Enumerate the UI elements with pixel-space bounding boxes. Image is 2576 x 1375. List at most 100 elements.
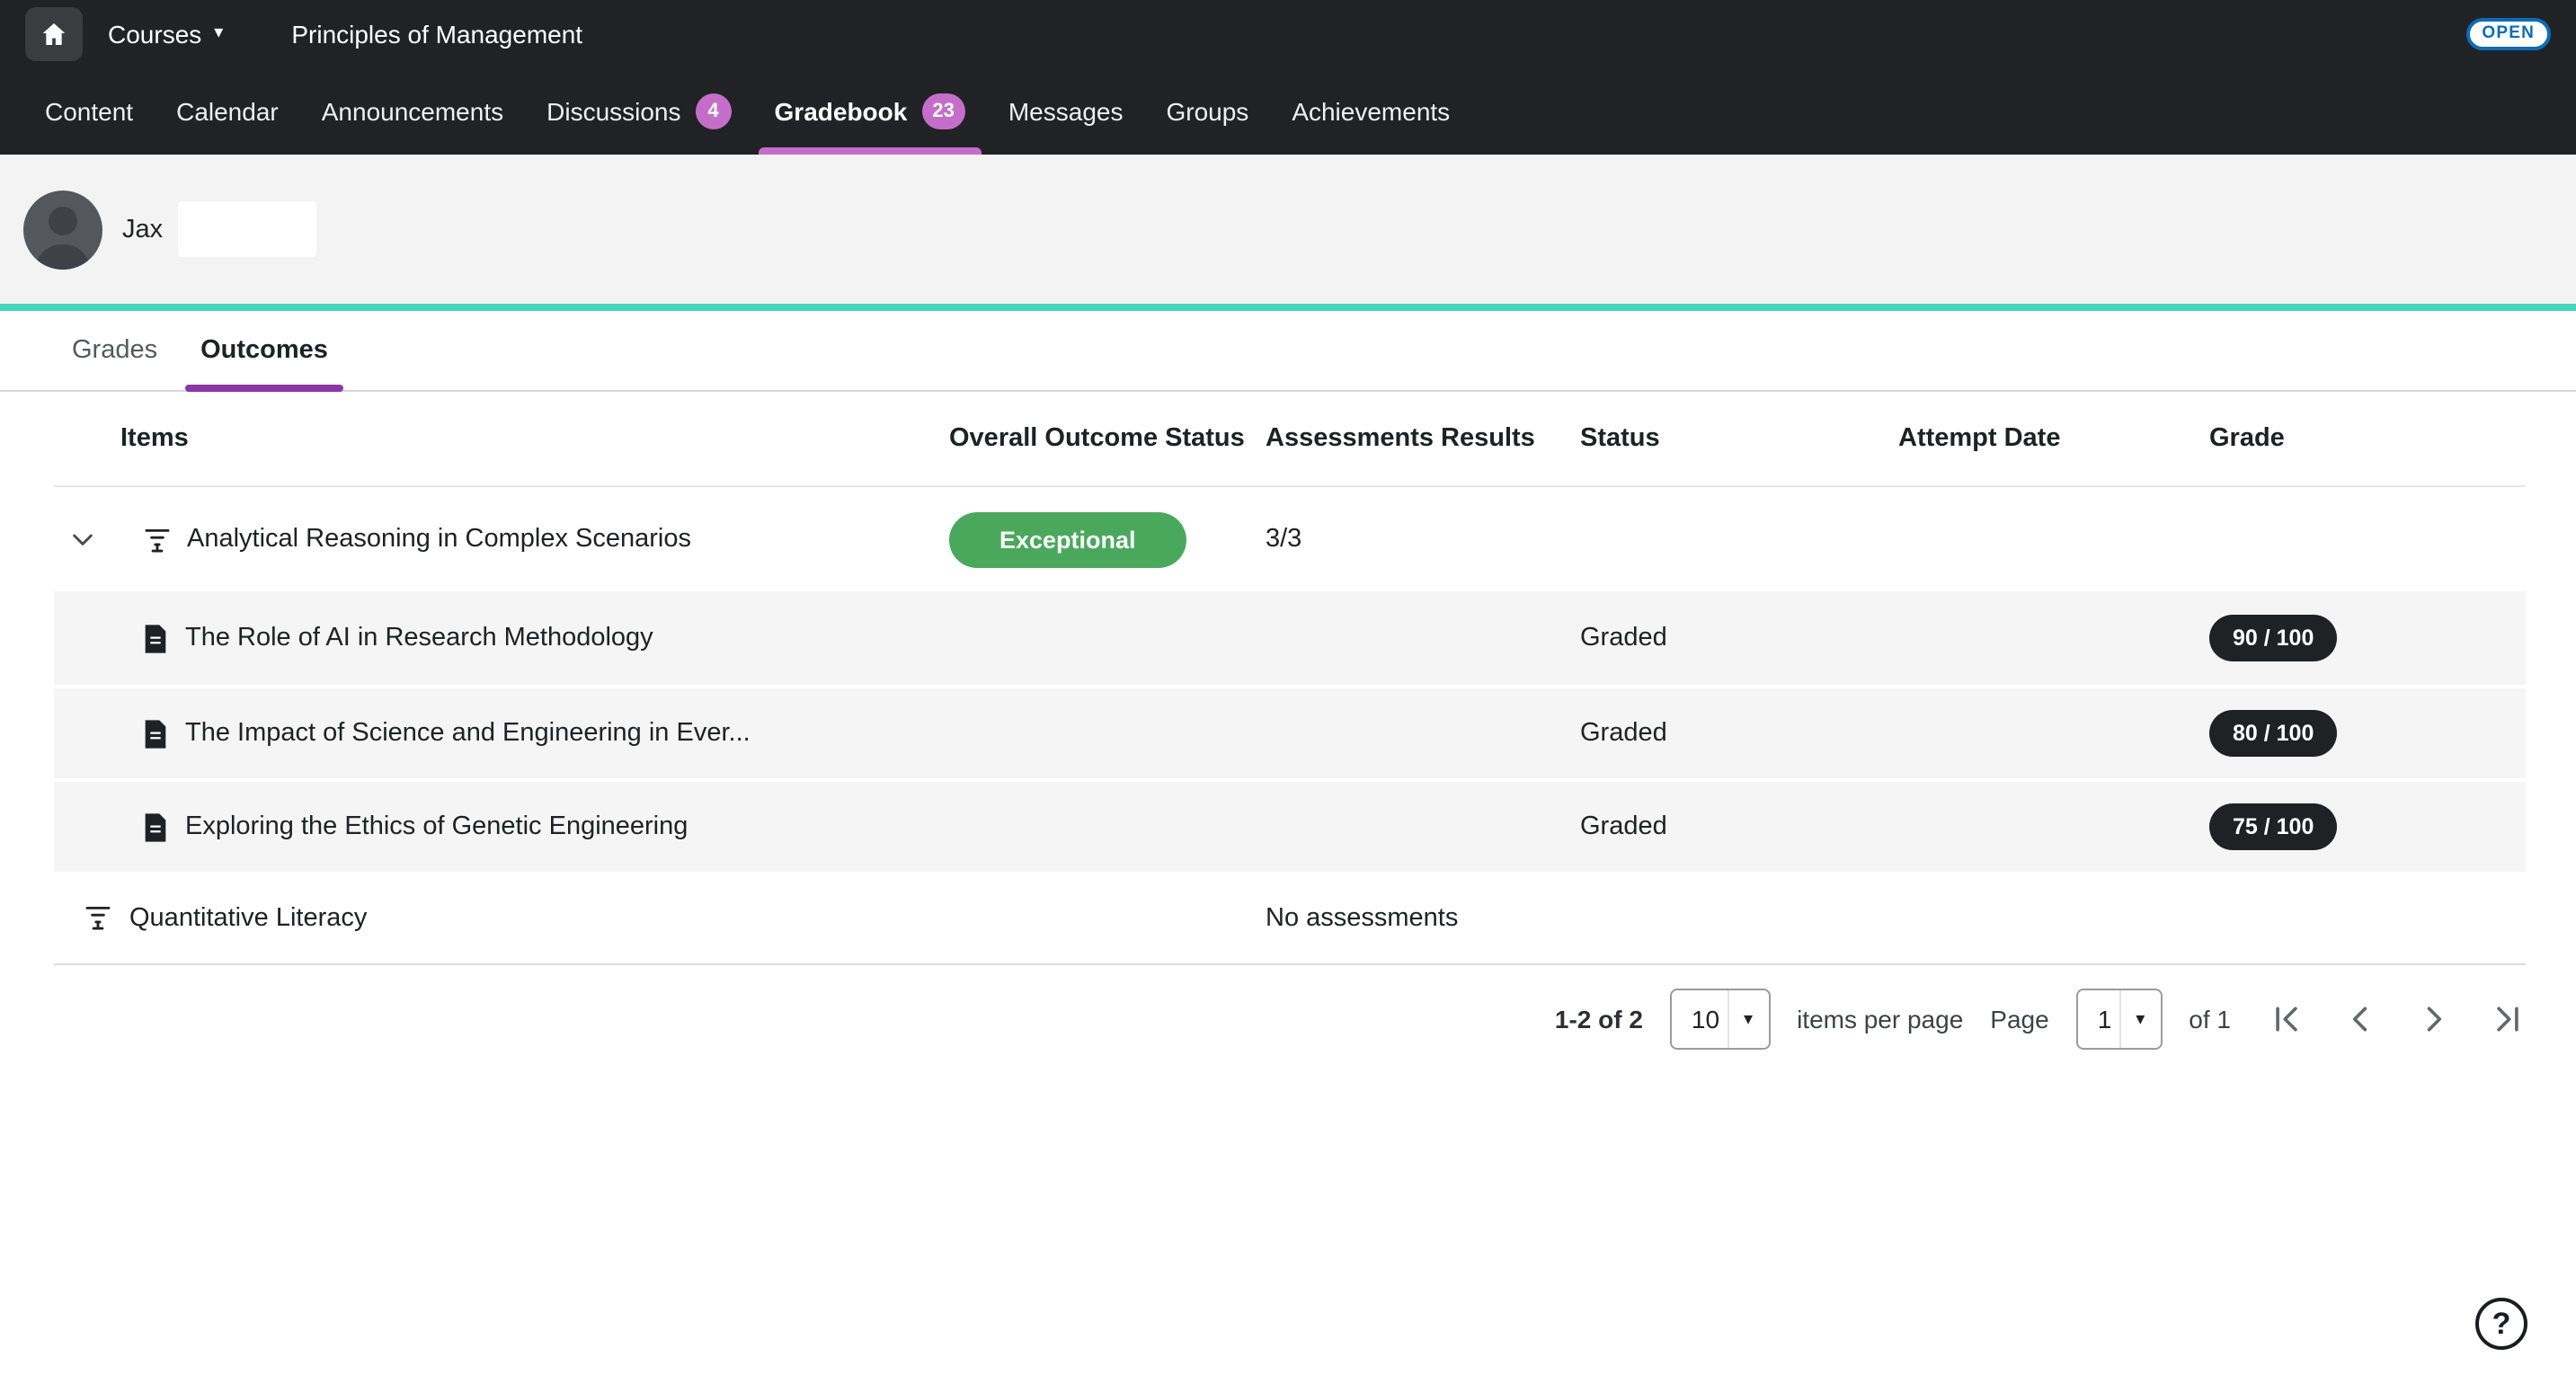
person-icon <box>23 190 102 269</box>
page-label: Page <box>1990 1005 2048 1033</box>
tab-outcomes[interactable]: Outcomes <box>200 311 328 390</box>
table-header-row: Items Overall Outcome Status Assessments… <box>54 392 2526 485</box>
pager-controls <box>2269 1001 2526 1037</box>
nav-item-content[interactable]: Content <box>23 68 155 155</box>
nav-label: Groups <box>1166 97 1248 126</box>
chevron-down-icon: ▾ <box>214 25 223 43</box>
assessment-status: Graded <box>1580 812 1898 841</box>
first-page-icon <box>2270 1003 2303 1035</box>
nav-label: Messages <box>1008 97 1124 126</box>
assessments-results-value: No assessments <box>1266 903 1580 932</box>
outcome-title: Analytical Reasoning in Complex Scenario… <box>187 525 691 554</box>
grade-cell: 80 / 100 <box>2209 710 2526 757</box>
assessment-item-cell: The Role of AI in Research Methodology <box>54 623 949 653</box>
assessment-status: Graded <box>1580 624 1898 652</box>
grade-badge: 80 / 100 <box>2209 710 2337 757</box>
outcomes-table: Items Overall Outcome Status Assessments… <box>54 392 2526 965</box>
nav-label: Gradebook <box>775 97 908 126</box>
question-mark-icon: ? <box>2492 1306 2511 1342</box>
nav-label: Announcements <box>322 97 503 126</box>
items-per-page-select[interactable]: 10 ▾ <box>1670 989 1770 1050</box>
last-page-icon <box>2492 1003 2524 1035</box>
assessment-title: The Impact of Science and Engineering in… <box>185 719 751 748</box>
nav-label: Content <box>45 97 133 126</box>
gradebook-count-badge: 23 <box>921 93 965 129</box>
courses-label: Courses <box>108 20 201 49</box>
collapse-outcome-button[interactable] <box>68 525 97 554</box>
grade-badge: 75 / 100 <box>2209 803 2337 850</box>
accent-divider <box>0 304 2576 311</box>
chevron-down-icon: ▾ <box>2119 990 2160 1048</box>
column-header-grade: Grade <box>2209 424 2526 453</box>
next-page-button[interactable] <box>2416 1001 2452 1037</box>
nav-item-groups[interactable]: Groups <box>1144 68 1270 155</box>
course-navbar: Content Calendar Announcements Discussio… <box>0 68 2576 155</box>
outcome-item-cell: Analytical Reasoning in Complex Scenario… <box>54 524 949 554</box>
discussions-count-badge: 4 <box>696 93 732 129</box>
student-name: Jax <box>122 215 163 244</box>
nav-label: Discussions <box>546 97 680 126</box>
redacted-text-block <box>177 201 315 257</box>
open-status-badge: OPEN <box>2465 18 2551 51</box>
assessment-row: The Impact of Science and Engineering in… <box>54 685 2526 778</box>
home-icon <box>40 20 68 49</box>
previous-page-button[interactable] <box>2342 1001 2378 1037</box>
chevron-left-icon <box>2344 1003 2376 1035</box>
course-title: Principles of Management <box>291 20 582 49</box>
document-icon <box>142 812 169 842</box>
outcome-title: Quantitative Literacy <box>129 903 367 932</box>
outcome-item-cell: Quantitative Literacy <box>54 902 949 933</box>
gradebook-tabs: Grades Outcomes <box>0 311 2576 392</box>
assessment-row: The Role of AI in Research Methodology G… <box>54 591 2526 685</box>
nav-item-achievements[interactable]: Achievements <box>1270 68 1471 155</box>
items-per-page-value: 10 <box>1672 1005 1727 1033</box>
page-number-select[interactable]: 1 ▾ <box>2076 989 2163 1050</box>
assessment-row: Exploring the Ethics of Genetic Engineer… <box>54 778 2526 872</box>
assessments-results-value: 3/3 <box>1266 525 1580 554</box>
first-page-button[interactable] <box>2269 1001 2305 1037</box>
nav-item-calendar[interactable]: Calendar <box>155 68 300 155</box>
avatar <box>23 190 102 269</box>
courses-menu-button[interactable]: Courses ▾ <box>108 20 223 49</box>
items-per-page-label: items per page <box>1797 1005 1963 1033</box>
chevron-down-icon <box>68 525 97 554</box>
page-total-label: of 1 <box>2189 1005 2231 1033</box>
column-header-overall-outcome-status: Overall Outcome Status <box>949 424 1266 453</box>
nav-item-announcements[interactable]: Announcements <box>300 68 525 155</box>
student-header: Jax <box>0 155 2576 304</box>
results-range: 1-2 of 2 <box>1555 1005 1643 1033</box>
grade-badge: 90 / 100 <box>2209 615 2337 661</box>
home-button[interactable] <box>25 7 83 61</box>
column-header-attempt-date: Attempt Date <box>1898 424 2209 453</box>
last-page-button[interactable] <box>2490 1001 2526 1037</box>
outcome-icon <box>142 524 173 554</box>
nav-item-messages[interactable]: Messages <box>987 68 1145 155</box>
assessment-item-cell: The Impact of Science and Engineering in… <box>54 718 949 749</box>
document-icon <box>142 623 169 653</box>
pagination-bar: 1-2 of 2 10 ▾ items per page Page 1 ▾ of… <box>0 989 2526 1050</box>
page-number-value: 1 <box>2078 1005 2119 1033</box>
chevron-right-icon <box>2418 1003 2450 1035</box>
nav-label: Calendar <box>176 97 279 126</box>
nav-item-discussions[interactable]: Discussions 4 <box>525 68 752 155</box>
assessment-status: Graded <box>1580 719 1898 748</box>
nav-label: Achievements <box>1292 97 1450 126</box>
chevron-down-icon: ▾ <box>1727 990 1768 1048</box>
document-icon <box>142 718 169 749</box>
grade-cell: 75 / 100 <box>2209 803 2526 850</box>
top-bar: Courses ▾ Principles of Management OPEN <box>0 0 2576 68</box>
column-header-status: Status <box>1580 424 1898 453</box>
column-header-assessments-results: Assessments Results <box>1266 424 1580 453</box>
assessment-title: Exploring the Ethics of Genetic Engineer… <box>185 812 688 841</box>
overall-outcome-status-badge: Exceptional <box>949 511 1186 567</box>
outcome-row: Analytical Reasoning in Complex Scenario… <box>54 485 2526 591</box>
gradebook-outcomes-page: Courses ▾ Principles of Management OPEN … <box>0 0 2576 1375</box>
column-header-items: Items <box>54 424 949 453</box>
outcome-icon <box>83 902 113 933</box>
tab-grades[interactable]: Grades <box>72 311 157 390</box>
grade-cell: 90 / 100 <box>2209 615 2526 661</box>
help-button[interactable]: ? <box>2475 1298 2527 1350</box>
outcome-row: Quantitative Literacy No assessments <box>54 872 2526 963</box>
nav-item-gradebook[interactable]: Gradebook 23 <box>753 68 987 155</box>
assessment-item-cell: Exploring the Ethics of Genetic Engineer… <box>54 812 949 842</box>
